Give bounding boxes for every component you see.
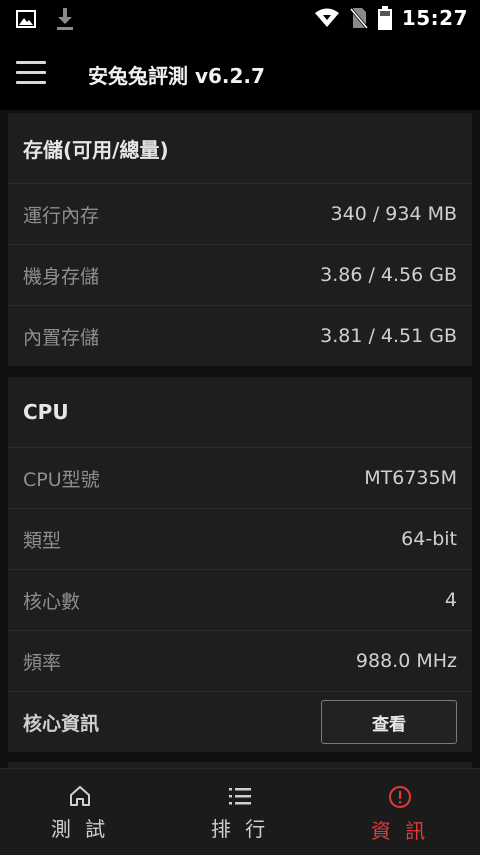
- cpu-row-core-info: 核心資訊 查看: [8, 691, 472, 752]
- app-bar: 安兔兔評測 v6.2.7: [0, 38, 480, 110]
- row-value: 4: [444, 589, 457, 611]
- info-icon: [388, 785, 412, 809]
- row-label: 類型: [23, 529, 62, 552]
- cpu-row-type: 類型 64-bit: [8, 508, 472, 569]
- row-value: 340 / 934 MB: [330, 203, 457, 225]
- cpu-row-model: CPU型號 MT6735M: [8, 447, 472, 508]
- storage-row-device: 機身存儲 3.86 / 4.56 GB: [8, 244, 472, 305]
- row-label: 核心數: [23, 590, 81, 613]
- row-label: 頻率: [23, 651, 62, 674]
- status-bar: 15:27: [0, 0, 480, 38]
- battery-icon: [377, 6, 392, 30]
- nav-label: 測 試: [50, 817, 110, 841]
- row-label: CPU型號: [23, 468, 100, 491]
- download-icon: [56, 8, 74, 30]
- row-label: 核心資訊: [23, 712, 100, 735]
- content-scroll[interactable]: 存儲(可用/總量) 運行內存 340 / 934 MB 機身存儲 3.86 / …: [0, 110, 480, 768]
- cpu-row-cores: 核心數 4: [8, 569, 472, 630]
- storage-card: 存儲(可用/總量) 運行內存 340 / 934 MB 機身存儲 3.86 / …: [8, 113, 472, 366]
- row-label: 運行內存: [23, 204, 100, 227]
- view-core-info-button[interactable]: 查看: [321, 700, 457, 744]
- bottom-nav: 測 試 排 行 資 訊: [0, 768, 480, 855]
- nav-tab-ranking[interactable]: 排 行: [160, 769, 320, 855]
- storage-header: 存儲(可用/總量): [23, 137, 169, 162]
- row-value: 3.86 / 4.56 GB: [320, 264, 457, 286]
- storage-row-ram: 運行內存 340 / 934 MB: [8, 183, 472, 244]
- nav-label: 排 行: [210, 817, 270, 841]
- row-label: 內置存儲: [23, 326, 100, 349]
- nav-tab-info[interactable]: 資 訊: [320, 769, 480, 855]
- row-value: 64-bit: [401, 528, 457, 550]
- row-value: 988.0 MHz: [355, 650, 457, 672]
- row-value: 3.81 / 4.51 GB: [320, 325, 457, 347]
- list-icon: [228, 785, 252, 807]
- no-sim-icon: [349, 7, 368, 29]
- wifi-icon: [314, 8, 340, 28]
- nav-tab-test[interactable]: 測 試: [0, 769, 160, 855]
- image-icon: [16, 10, 36, 28]
- home-icon: [68, 785, 92, 807]
- clock-time: 15:27: [401, 6, 468, 30]
- hamburger-menu-icon[interactable]: [16, 56, 56, 92]
- cpu-card: CPU CPU型號 MT6735M 類型 64-bit 核心數 4 頻率 988…: [8, 377, 472, 752]
- app-title: 安兔兔評測 v6.2.7: [88, 64, 265, 88]
- cpu-row-frequency: 頻率 988.0 MHz: [8, 630, 472, 691]
- storage-row-internal: 內置存儲 3.81 / 4.51 GB: [8, 305, 472, 366]
- row-value: MT6735M: [364, 467, 457, 489]
- nav-label: 資 訊: [370, 819, 430, 843]
- row-label: 機身存儲: [23, 265, 100, 288]
- cpu-header: CPU: [23, 400, 69, 424]
